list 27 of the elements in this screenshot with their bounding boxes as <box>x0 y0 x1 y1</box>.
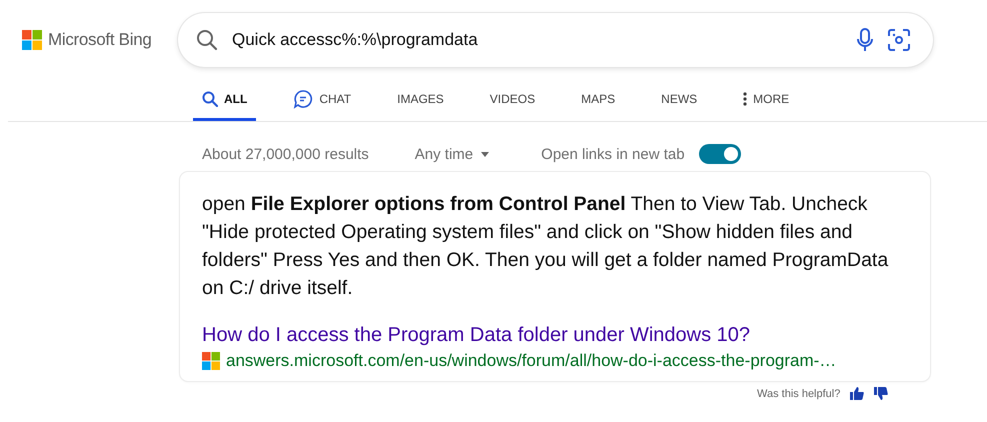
search-icon <box>196 29 218 51</box>
answer-text: open File Explorer options from Control Panel Then to View Tab. Uncheck "Hide protected Operating system files" and click on "Show hidden files and folders" Press Yes and then OK. Then you will get a folder named ProgramData on C:/ drive itself. <box>202 192 890 301</box>
microphone-icon[interactable] <box>857 28 873 52</box>
feedback-label: Was this helpful? <box>757 388 840 400</box>
more-icon <box>743 92 748 106</box>
toggle-label: Open links in new tab <box>541 146 685 162</box>
site-icon <box>202 352 220 370</box>
logo-icon <box>22 30 42 50</box>
thumbs-up-icon[interactable] <box>850 387 864 400</box>
tab[interactable]: MAPS <box>572 80 624 121</box>
tab[interactable]: NEWS <box>652 80 706 121</box>
result-url: answers.microsoft.com/en-us/windows/forum/all/how-do-i-access-the-program-… <box>226 351 836 371</box>
chat-icon <box>293 89 314 109</box>
search-icon <box>202 91 218 107</box>
caret-icon <box>481 152 490 156</box>
search-input[interactable]: Quick accessc%:%\programdata <box>232 30 843 50</box>
tab[interactable]: VIDEOS <box>480 80 544 121</box>
camera-search-icon[interactable] <box>887 28 911 52</box>
tab[interactable]: IMAGES <box>388 80 453 121</box>
result-link[interactable]: How do I access the Program Data folder under Windows 10? <box>202 324 908 347</box>
logo-text: Microsoft Bing <box>48 30 152 50</box>
result-count: About 27,000,000 results <box>202 146 369 162</box>
tab[interactable]: MORE <box>734 80 798 121</box>
toggle-switch[interactable] <box>698 144 741 164</box>
time-filter-dropdown[interactable]: Any time <box>414 146 490 162</box>
tab[interactable]: CHAT <box>284 80 360 121</box>
thumbs-down-icon[interactable] <box>874 387 888 400</box>
